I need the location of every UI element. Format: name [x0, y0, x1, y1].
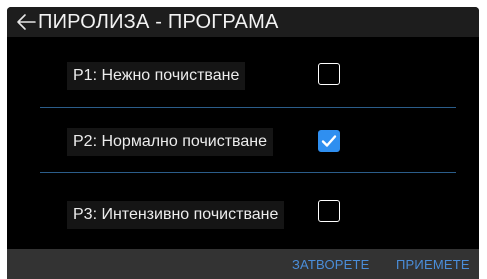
header-bar: ПИРОЛИЗА - ПРОГРАМА — [7, 7, 479, 37]
close-button[interactable]: ЗАТВОРЕТЕ — [292, 257, 370, 273]
option-label-p2: P2: Нормално почистване — [67, 128, 273, 156]
option-label-p3: P3: Интензивно почистване — [67, 201, 285, 229]
option-checkbox-p2[interactable] — [318, 130, 340, 152]
page-title: ПИРОЛИЗА - ПРОГРАМА — [38, 11, 279, 33]
divider — [40, 107, 456, 108]
checkmark-icon — [321, 135, 337, 147]
footer-bar: ЗАТВОРЕТЕ ПРИЕМЕТЕ — [7, 249, 479, 279]
divider — [40, 172, 456, 173]
option-checkbox-p1[interactable] — [318, 63, 340, 85]
accept-button[interactable]: ПРИЕМЕТЕ — [396, 257, 470, 273]
arrow-left-icon[interactable] — [15, 11, 37, 33]
pyrolysis-program-dialog: ПИРОЛИЗА - ПРОГРАМА P1: Нежно почистване… — [7, 7, 479, 279]
option-label-p1: P1: Нежно почистване — [67, 62, 246, 90]
option-checkbox-p3[interactable] — [318, 200, 340, 222]
